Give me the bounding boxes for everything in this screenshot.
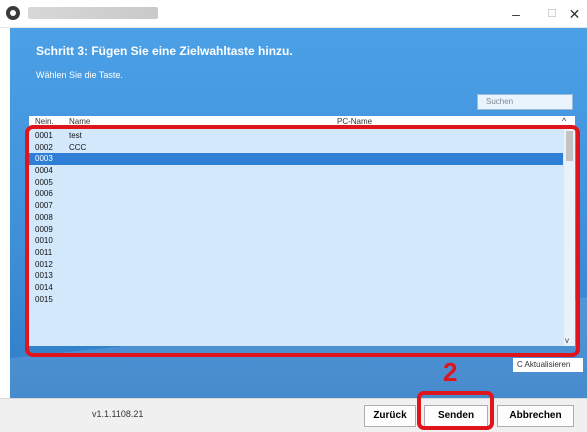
- back-button[interactable]: Zurück: [364, 405, 416, 427]
- send-highlight-frame: [417, 391, 494, 430]
- window-title: [28, 7, 158, 19]
- table-highlight-frame: [25, 125, 580, 357]
- minimize-button[interactable]: –: [498, 0, 534, 28]
- refresh-button[interactable]: C Aktualisieren: [513, 358, 583, 372]
- step-subtitle: Wählen Sie die Taste.: [36, 70, 123, 80]
- search-input[interactable]: Suchen: [477, 94, 573, 110]
- step-marker: 2: [443, 357, 458, 387]
- footer-bar: v1.1.1108.21 Zurück Senden Abbrechen: [0, 398, 587, 432]
- version-label: v1.1.1108.21: [92, 409, 144, 419]
- step-title: Schritt 3: Fügen Sie eine Zielwahltaste …: [36, 44, 293, 58]
- close-button[interactable]: ✕: [562, 0, 587, 28]
- title-bar: – ☐ ✕: [0, 0, 587, 28]
- cancel-button[interactable]: Abbrechen: [497, 405, 574, 427]
- app-icon: [6, 6, 20, 20]
